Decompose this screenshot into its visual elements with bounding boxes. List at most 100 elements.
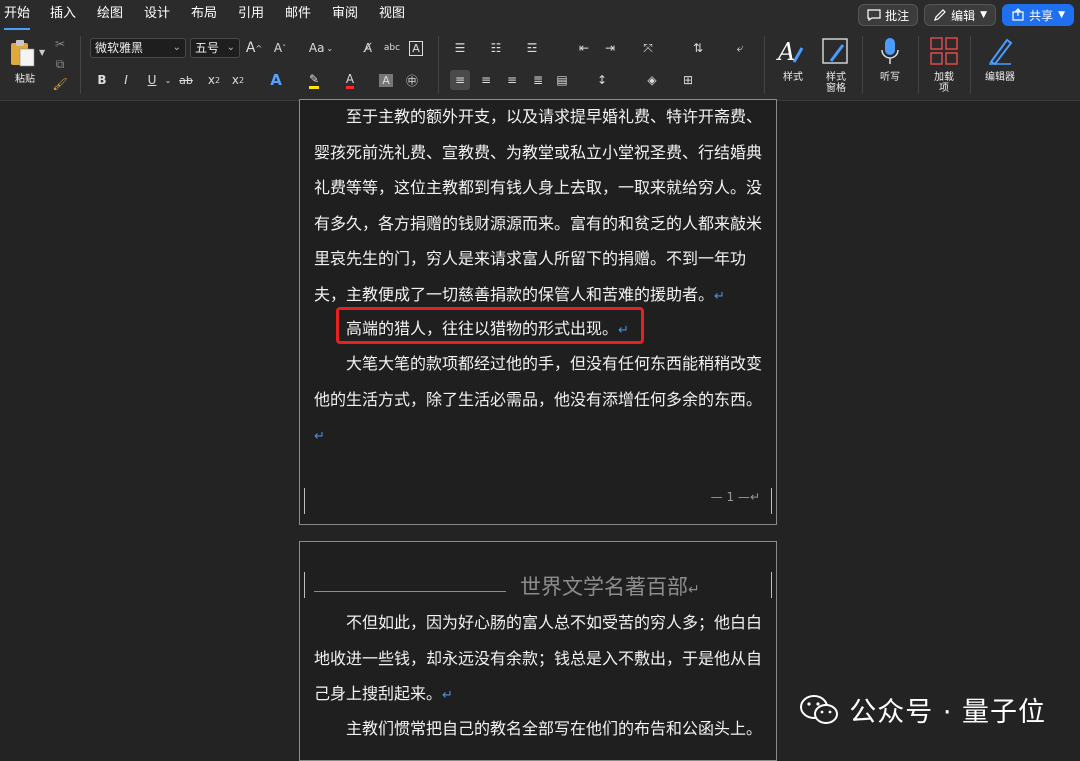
char-border-icon[interactable]: A [406, 38, 426, 58]
bullets-icon[interactable]: ☰ [450, 38, 470, 58]
share-button[interactable]: 共享 ▼ [1002, 4, 1074, 26]
watermark: 公众号 · 量子位 [799, 690, 1046, 729]
paragraph-4[interactable]: 不但如此，因为好心肠的富人总不如受苦的穷人多；他白白地收进一些钱，却永远没有余款… [314, 605, 766, 714]
styles-label: 样式 [783, 72, 803, 83]
tab-mailings[interactable]: 邮件 [285, 0, 311, 30]
chevron-down-icon: ▼ [39, 48, 46, 57]
document-page-2[interactable]: 世界文学名著百部↵ 不但如此，因为好心肠的富人总不如受苦的穷人多；他白白地收进一… [299, 541, 777, 761]
tab-references[interactable]: 引用 [238, 0, 264, 30]
paragraph-1-text: 至于主教的额外开支，以及请求提早婚礼费、特许开斋费、婴孩死前洗礼费、宣教费、为教… [314, 107, 763, 304]
header-corner-left [304, 572, 315, 598]
format-painter-icon[interactable]: 🖌 [50, 74, 70, 94]
shrink-font-button[interactable]: Aˇ [270, 38, 290, 58]
decrease-indent-icon[interactable]: ⇤ [574, 38, 594, 58]
styles-icon: A [776, 38, 804, 66]
paragraph-1[interactable]: 至于主教的额外开支，以及请求提早婚礼费、特许开斋费、婴孩死前洗礼费、宣教费、为教… [314, 99, 766, 314]
paragraph-4-text: 不但如此，因为好心肠的富人总不如受苦的穷人多；他白白地收进一些钱，却永远没有余款… [314, 613, 763, 703]
increase-indent-icon[interactable]: ⇥ [600, 38, 620, 58]
chevron-down-icon[interactable]: ⌄ [158, 70, 178, 90]
copy-icon[interactable]: ⧉ [50, 54, 70, 74]
editor-label: 编辑器 [985, 72, 1015, 83]
clear-format-icon[interactable]: A̸ [358, 38, 378, 58]
char-shading-icon[interactable]: A [376, 70, 396, 90]
svg-text:A: A [776, 38, 795, 66]
subscript-label: x [207, 73, 215, 87]
highlight-color-icon[interactable]: ✎ [304, 70, 324, 90]
page-number-text: — 1 — [710, 490, 750, 504]
styles-pane-button[interactable]: 样式 窗格 [818, 34, 854, 96]
ribbon-toolbar: ▼ 粘贴 ✂ ⧉ 🖌 微软雅黑 ⌄ 五号 ⌄ A ^ Aˇ Aa ⌄ A̸ abc … [0, 30, 1080, 101]
tab-layout[interactable]: 布局 [191, 0, 217, 30]
paragraph-3[interactable]: 大笔大笔的款项都经过他的手，但没有任何东西能稍稍改变他的生活方式，除了生活必需品… [314, 346, 766, 455]
dictate-button[interactable]: 听写 [872, 34, 908, 94]
enclose-char-icon[interactable]: ㊥ [402, 70, 422, 90]
editor-pen-icon [989, 38, 1013, 66]
text-effects-icon[interactable]: A [266, 70, 286, 90]
shading-icon[interactable]: ◈ [642, 70, 662, 90]
running-header-text: 世界文学名著百部 [520, 575, 688, 599]
grow-font-label: A [245, 40, 256, 56]
footer-corner-left [304, 488, 315, 514]
strikethrough-button[interactable]: ab [176, 70, 196, 90]
multilevel-list-icon[interactable]: ☲ [522, 38, 542, 58]
superscript-label: x [231, 73, 239, 87]
subscript-button[interactable]: x2 [204, 70, 224, 90]
justify-button[interactable]: ≣ [528, 70, 548, 90]
tab-review[interactable]: 审阅 [332, 0, 358, 30]
sort-icon[interactable]: ⇅ [688, 38, 708, 58]
addins-label: 加载项 [934, 72, 954, 94]
distributed-button[interactable]: ▤ [552, 70, 572, 90]
tab-home[interactable]: 开始 [4, 0, 31, 30]
chevron-down-icon: ⌄ [172, 42, 181, 53]
superscript-button[interactable]: x2 [228, 70, 248, 90]
comment-button[interactable]: 批注 [858, 4, 919, 26]
change-case-button[interactable]: Aa ⌄ [306, 38, 336, 58]
italic-button[interactable]: I [116, 70, 136, 90]
asian-layout-icon[interactable]: ⤧ [638, 38, 658, 58]
edit-mode-label: 编辑 [951, 8, 976, 23]
phonetic-guide-icon[interactable]: abc [382, 38, 402, 58]
document-canvas[interactable]: 至于主教的额外开支，以及请求提早婚礼费、特许开斋费、婴孩死前洗礼费、宣教费、为教… [0, 99, 1080, 761]
styles-pane-icon [822, 38, 848, 64]
cut-icon[interactable]: ✂ [50, 34, 70, 54]
comment-label: 批注 [885, 8, 910, 23]
pencil-icon [934, 9, 946, 21]
font-name-select[interactable]: 微软雅黑 ⌄ [90, 38, 186, 58]
align-right-button[interactable]: ≡ [502, 70, 522, 90]
bold-button[interactable]: B [92, 70, 112, 90]
addins-button[interactable]: 加载项 [926, 34, 962, 96]
align-left-button[interactable]: ≡ [450, 70, 470, 90]
align-center-button[interactable]: ≡ [476, 70, 496, 90]
menu-bar: 开始 插入 绘图 设计 布局 引用 邮件 审阅 视图 批注 编辑 ▼ 共享 ▼ [0, 0, 1080, 30]
numbering-icon[interactable]: ☷ [486, 38, 506, 58]
separator [862, 36, 863, 94]
tab-draw[interactable]: 绘图 [97, 0, 123, 30]
edit-mode-button[interactable]: 编辑 ▼ [924, 4, 997, 26]
share-label: 共享 [1029, 8, 1054, 23]
font-color-icon[interactable]: A [340, 70, 360, 90]
font-name-value: 微软雅黑 [95, 41, 144, 55]
tab-view[interactable]: 视图 [379, 0, 405, 30]
chevron-down-icon: ▼ [1058, 10, 1065, 20]
paste-button[interactable]: ▼ 粘贴 [6, 36, 46, 86]
tab-insert[interactable]: 插入 [50, 0, 76, 30]
tab-design[interactable]: 设计 [144, 0, 170, 30]
font-size-select[interactable]: 五号 ⌄ [190, 38, 240, 58]
separator [970, 36, 971, 94]
separator [438, 36, 439, 94]
paragraph-mark: ↵ [714, 288, 725, 304]
styles-button[interactable]: A 样式 [774, 34, 812, 94]
watermark-text: 公众号 · 量子位 [849, 697, 1046, 728]
show-marks-icon[interactable]: ⤶ [730, 38, 750, 58]
borders-icon[interactable]: ⊞ [678, 70, 698, 90]
chevron-down-icon: ⌄ [226, 42, 235, 53]
bold-label: B [97, 73, 107, 87]
editor-button[interactable]: 编辑器 [980, 34, 1020, 94]
line-spacing-icon[interactable]: ↕ [592, 70, 612, 90]
share-icon [1012, 8, 1024, 21]
separator [918, 36, 919, 94]
grow-font-button[interactable]: A ^ [244, 38, 264, 58]
separator [764, 36, 765, 94]
paragraph-5[interactable]: 主教们惯常把自己的教名全部写在他们的布告和公函头上。 [314, 711, 766, 747]
footer-corner-right [761, 488, 772, 514]
